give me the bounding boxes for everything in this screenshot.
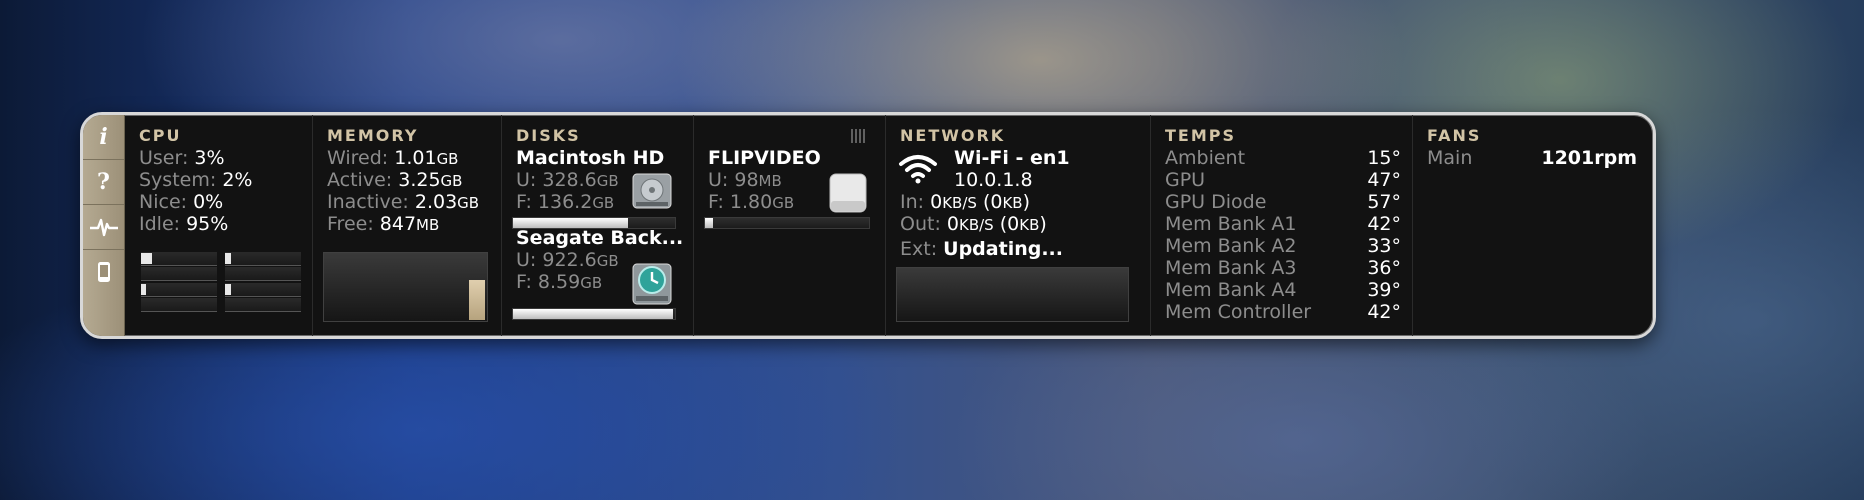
info-icon: i	[99, 124, 108, 150]
memory-free-row: Free: 847MB	[327, 213, 440, 235]
cpu-panel: CPU User: 3% System: 2% Nice: 0% Idle: 9…	[125, 115, 313, 336]
memory-graph	[323, 252, 488, 322]
cpu-core-bar	[141, 283, 217, 297]
cpu-nice-row: Nice: 0%	[139, 191, 224, 213]
temp-row: GPU 47°	[1165, 169, 1401, 191]
disk-usage-bar	[512, 217, 676, 229]
memory-panel: MEMORY Wired: 1.01GB Active: 3.25GB Inac…	[313, 115, 502, 336]
network-panel: NETWORK Wi-Fi - en1 10.0.1.8 In: 0KB/S (…	[886, 115, 1151, 336]
temp-row: GPU Diode 57°	[1165, 191, 1401, 213]
temp-row: Mem Controller 42°	[1165, 301, 1401, 323]
memory-active-row: Active: 3.25GB	[327, 169, 463, 191]
istat-widget: i ? CPU User: 3% System: 2% Nice: 0% Idl…	[80, 112, 1656, 339]
disk-name-seagate: Seagate Back...	[516, 227, 684, 249]
memory-graph-bar	[469, 280, 485, 320]
temps-panel: TEMPS Ambient 15° GPU 47° GPU Diode 57° Mem…	[1151, 115, 1413, 336]
memory-header: MEMORY	[327, 126, 419, 145]
cpu-core-bar	[141, 267, 217, 281]
cpu-core-bar	[141, 252, 217, 266]
info-button[interactable]: i	[83, 115, 124, 160]
cpu-core-bar	[141, 298, 217, 312]
temps-header: TEMPS	[1165, 126, 1237, 145]
cpu-user-row: User: 3%	[139, 147, 225, 169]
phone-icon	[97, 262, 110, 282]
help-icon: ?	[97, 169, 110, 195]
disks-header: DISKS	[516, 126, 581, 145]
cpu-core-bar	[225, 252, 301, 266]
network-out-row: Out: 0KB/S (0KB)	[900, 213, 1047, 235]
time-machine-icon	[632, 263, 672, 305]
cpu-system-row: System: 2%	[139, 169, 253, 191]
cpu-idle-row: Idle: 95%	[139, 213, 229, 235]
temp-row: Ambient 15°	[1165, 147, 1401, 169]
disk-name-flipvideo: FLIPVIDEO	[708, 147, 821, 169]
temp-row: Mem Bank A3 36°	[1165, 257, 1401, 279]
pulse-icon	[89, 218, 118, 237]
temp-row: Mem Bank A2 33°	[1165, 235, 1401, 257]
fans-panel: FANS Main 1201rpm	[1413, 115, 1653, 336]
device-button[interactable]	[83, 250, 124, 294]
activity-button[interactable]	[83, 205, 124, 250]
flipvideo-panel: FLIPVIDEO U: 98MB F: 1.80GB	[694, 115, 886, 336]
disks-panel: DISKS Macintosh HD U: 328.6GB F: 136.2GB…	[502, 115, 694, 336]
disk-usage-bar	[704, 217, 870, 229]
disk-name-macintosh-hd: Macintosh HD	[516, 147, 665, 169]
temp-row: Mem Bank A1 42°	[1165, 213, 1401, 235]
external-drive-icon	[829, 173, 867, 213]
network-graph	[896, 267, 1129, 322]
network-ext-row: Ext: Updating...	[900, 238, 1063, 260]
drag-handle-icon[interactable]	[850, 129, 868, 143]
hard-disk-icon	[632, 173, 672, 209]
network-in-row: In: 0KB/S (0KB)	[900, 191, 1031, 213]
help-button[interactable]: ?	[83, 160, 124, 205]
cpu-core-bar	[225, 267, 301, 281]
fan-row: Main 1201rpm	[1427, 147, 1637, 169]
cpu-core-bar	[225, 283, 301, 297]
memory-inactive-row: Inactive: 2.03GB	[327, 191, 480, 213]
wifi-icon	[899, 155, 937, 184]
cpu-header: CPU	[139, 126, 182, 145]
network-header: NETWORK	[900, 126, 1006, 145]
widget-sidebar: i ?	[83, 115, 125, 336]
disk-usage-bar	[512, 308, 676, 320]
cpu-core-bar	[225, 298, 301, 312]
memory-wired-row: Wired: 1.01GB	[327, 147, 459, 169]
fans-header: FANS	[1427, 126, 1482, 145]
temp-row: Mem Bank A4 39°	[1165, 279, 1401, 301]
